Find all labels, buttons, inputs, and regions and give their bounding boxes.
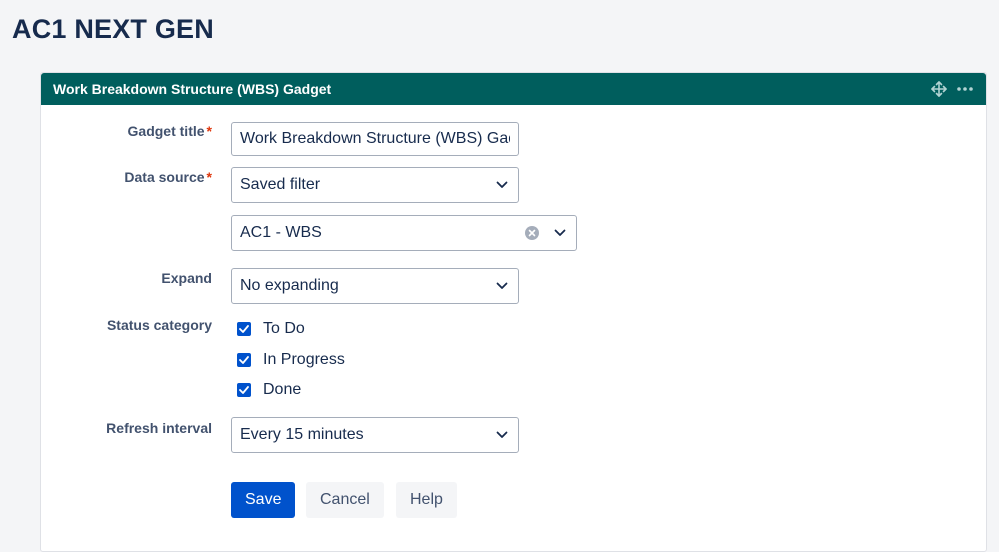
chevron-down-icon <box>552 225 568 241</box>
page-title: AC1 NEXT GEN <box>12 14 214 44</box>
gadget-header: Work Breakdown Structure (WBS) Gadget <box>41 73 986 105</box>
gadget-title-label: Gadget title * <box>32 123 212 139</box>
checkbox-to-do[interactable]: To Do <box>237 320 305 338</box>
wbs-gadget: Work Breakdown Structure (WBS) Gadget Ga… <box>40 72 987 552</box>
gadget-title-input[interactable]: Work Breakdown Structure (WBS) Gadget <box>231 122 519 156</box>
checkbox-checked-icon[interactable] <box>237 383 251 397</box>
saved-filter-select[interactable]: AC1 - WBS <box>231 215 577 251</box>
gadget-header-actions <box>930 80 974 98</box>
cancel-button[interactable]: Cancel <box>306 482 384 518</box>
checkbox-label: To Do <box>263 320 305 337</box>
expand-label: Expand <box>161 270 212 286</box>
required-marker: * <box>206 169 212 185</box>
refresh-interval-select[interactable]: Every 15 minutes <box>231 417 519 453</box>
checkbox-label: Done <box>263 381 302 398</box>
data-source-select[interactable]: Saved filter <box>231 167 519 203</box>
expand-select-value: No expanding <box>240 277 339 294</box>
gadget-title: Work Breakdown Structure (WBS) Gadget <box>53 81 332 97</box>
data-source-select-value: Saved filter <box>240 176 321 193</box>
refresh-interval-select-value: Every 15 minutes <box>240 426 364 443</box>
status-category-label: Status category <box>106 317 212 333</box>
checkbox-in-progress[interactable]: In Progress <box>237 351 345 369</box>
chevron-down-icon <box>494 177 510 193</box>
data-source-label: Data source * <box>32 169 212 185</box>
gadget-title-label-text: Gadget title <box>127 123 205 139</box>
checkbox-label: In Progress <box>263 351 345 368</box>
more-icon[interactable] <box>956 80 974 98</box>
refresh-interval-label: Refresh interval <box>106 420 212 436</box>
data-source-label-text: Data source <box>124 169 205 185</box>
checkbox-done[interactable]: Done <box>237 381 301 399</box>
clear-icon[interactable] <box>524 225 540 241</box>
saved-filter-select-value: AC1 - WBS <box>240 224 322 241</box>
required-marker: * <box>206 123 212 139</box>
save-button[interactable]: Save <box>231 482 296 518</box>
checkbox-checked-icon[interactable] <box>237 322 251 336</box>
expand-select[interactable]: No expanding <box>231 268 519 304</box>
help-button[interactable]: Help <box>396 482 457 518</box>
chevron-down-icon <box>494 278 510 294</box>
chevron-down-icon <box>494 427 510 443</box>
move-icon[interactable] <box>930 80 948 98</box>
gadget-title-input-value: Work Breakdown Structure (WBS) Gadget <box>240 130 510 147</box>
checkbox-checked-icon[interactable] <box>237 353 251 367</box>
